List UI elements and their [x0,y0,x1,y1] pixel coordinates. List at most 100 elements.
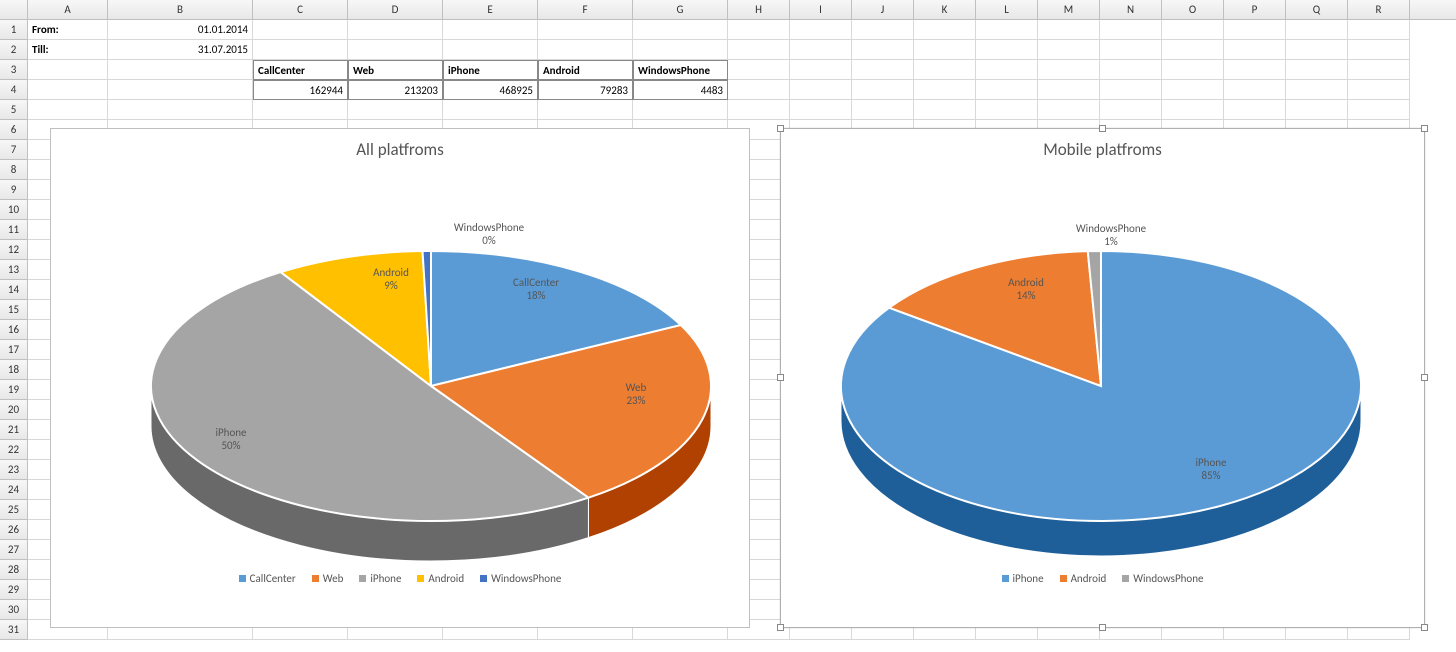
cell-Q4[interactable] [1286,80,1348,100]
row-header-9[interactable]: 9 [0,180,28,200]
legend-item-web[interactable]: Web [312,572,344,585]
row-header-31[interactable]: 31 [0,620,28,640]
column-header-K[interactable]: K [914,0,976,19]
cell-F2[interactable] [538,40,633,60]
cell-Q2[interactable] [1286,40,1348,60]
legend-item-android[interactable]: Android [1060,572,1107,585]
cell-B2[interactable]: 31.07.2015 [108,40,253,60]
cell-K2[interactable] [914,40,976,60]
row-header-16[interactable]: 16 [0,320,28,340]
chart-all-platforms[interactable]: All platfroms WindowsPhone0% Android9% C… [50,128,750,628]
legend-item-iphone[interactable]: iPhone [359,572,401,585]
legend-item-iphone[interactable]: iPhone [1002,572,1044,585]
row-header-3[interactable]: 3 [0,60,28,80]
row-header-23[interactable]: 23 [0,460,28,480]
row-header-29[interactable]: 29 [0,580,28,600]
column-header-E[interactable]: E [443,0,538,19]
cell-A3[interactable] [28,60,108,80]
cell-N4[interactable] [1100,80,1162,100]
resize-handle-n[interactable] [1099,125,1106,132]
column-header-P[interactable]: P [1224,0,1286,19]
cell-K4[interactable] [914,80,976,100]
cell-K1[interactable] [914,20,976,40]
cell-M2[interactable] [1038,40,1100,60]
cell-P3[interactable] [1224,60,1286,80]
cell-O4[interactable] [1162,80,1224,100]
cell-H4[interactable] [728,80,790,100]
legend-item-android[interactable]: Android [417,572,464,585]
cell-M3[interactable] [1038,60,1100,80]
column-header-R[interactable]: R [1348,0,1410,19]
legend-item-callcenter[interactable]: CallCenter [239,572,296,585]
resize-handle-se[interactable] [1421,624,1428,631]
column-header-I[interactable]: I [790,0,852,19]
cell-C3[interactable]: CallCenter [253,60,348,80]
chart-mobile-platforms[interactable]: Mobile platfroms WindowsPhone1% Android1… [780,128,1425,628]
cell-A2[interactable]: Till: [28,40,108,60]
row-header-26[interactable]: 26 [0,520,28,540]
cell-R3[interactable] [1348,60,1410,80]
cell-R4[interactable] [1348,80,1410,100]
cell-R5[interactable] [1348,100,1410,120]
cell-F5[interactable] [538,100,633,120]
cell-N5[interactable] [1100,100,1162,120]
row-header-2[interactable]: 2 [0,40,28,60]
row-header-27[interactable]: 27 [0,540,28,560]
legend-item-windowsphone[interactable]: WindowsPhone [480,572,561,585]
cell-Q5[interactable] [1286,100,1348,120]
column-header-O[interactable]: O [1162,0,1224,19]
cell-G3[interactable]: WindowsPhone [633,60,728,80]
cell-L5[interactable] [976,100,1038,120]
cell-J3[interactable] [852,60,914,80]
cell-M1[interactable] [1038,20,1100,40]
row-header-7[interactable]: 7 [0,140,28,160]
cell-A5[interactable] [28,100,108,120]
cell-A1[interactable]: From: [28,20,108,40]
cell-D2[interactable] [348,40,443,60]
column-header-Q[interactable]: Q [1286,0,1348,19]
cell-G2[interactable] [633,40,728,60]
row-header-11[interactable]: 11 [0,220,28,240]
resize-handle-sw[interactable] [777,624,784,631]
cell-Q1[interactable] [1286,20,1348,40]
cell-A4[interactable] [28,80,108,100]
cell-J5[interactable] [852,100,914,120]
cell-Q3[interactable] [1286,60,1348,80]
column-header-F[interactable]: F [538,0,633,19]
cell-P5[interactable] [1224,100,1286,120]
row-header-30[interactable]: 30 [0,600,28,620]
cell-L2[interactable] [976,40,1038,60]
column-header-H[interactable]: H [728,0,790,19]
row-header-19[interactable]: 19 [0,380,28,400]
cell-I4[interactable] [790,80,852,100]
cell-E4[interactable]: 468925 [443,80,538,100]
cell-L1[interactable] [976,20,1038,40]
cell-D5[interactable] [348,100,443,120]
cell-M5[interactable] [1038,100,1100,120]
cell-P4[interactable] [1224,80,1286,100]
cell-P1[interactable] [1224,20,1286,40]
cell-O5[interactable] [1162,100,1224,120]
cell-B4[interactable] [108,80,253,100]
cell-P2[interactable] [1224,40,1286,60]
cell-H3[interactable] [728,60,790,80]
row-header-22[interactable]: 22 [0,440,28,460]
column-header-D[interactable]: D [348,0,443,19]
row-header-28[interactable]: 28 [0,560,28,580]
cell-G5[interactable] [633,100,728,120]
cell-B5[interactable] [108,100,253,120]
cell-I2[interactable] [790,40,852,60]
row-header-25[interactable]: 25 [0,500,28,520]
resize-handle-nw[interactable] [777,125,784,132]
column-header-N[interactable]: N [1100,0,1162,19]
cell-C5[interactable] [253,100,348,120]
row-header-20[interactable]: 20 [0,400,28,420]
cell-C4[interactable]: 162944 [253,80,348,100]
column-header-C[interactable]: C [253,0,348,19]
row-header-4[interactable]: 4 [0,80,28,100]
cell-J1[interactable] [852,20,914,40]
cell-H5[interactable] [728,100,790,120]
cell-D3[interactable]: Web [348,60,443,80]
cell-R2[interactable] [1348,40,1410,60]
cell-D1[interactable] [348,20,443,40]
